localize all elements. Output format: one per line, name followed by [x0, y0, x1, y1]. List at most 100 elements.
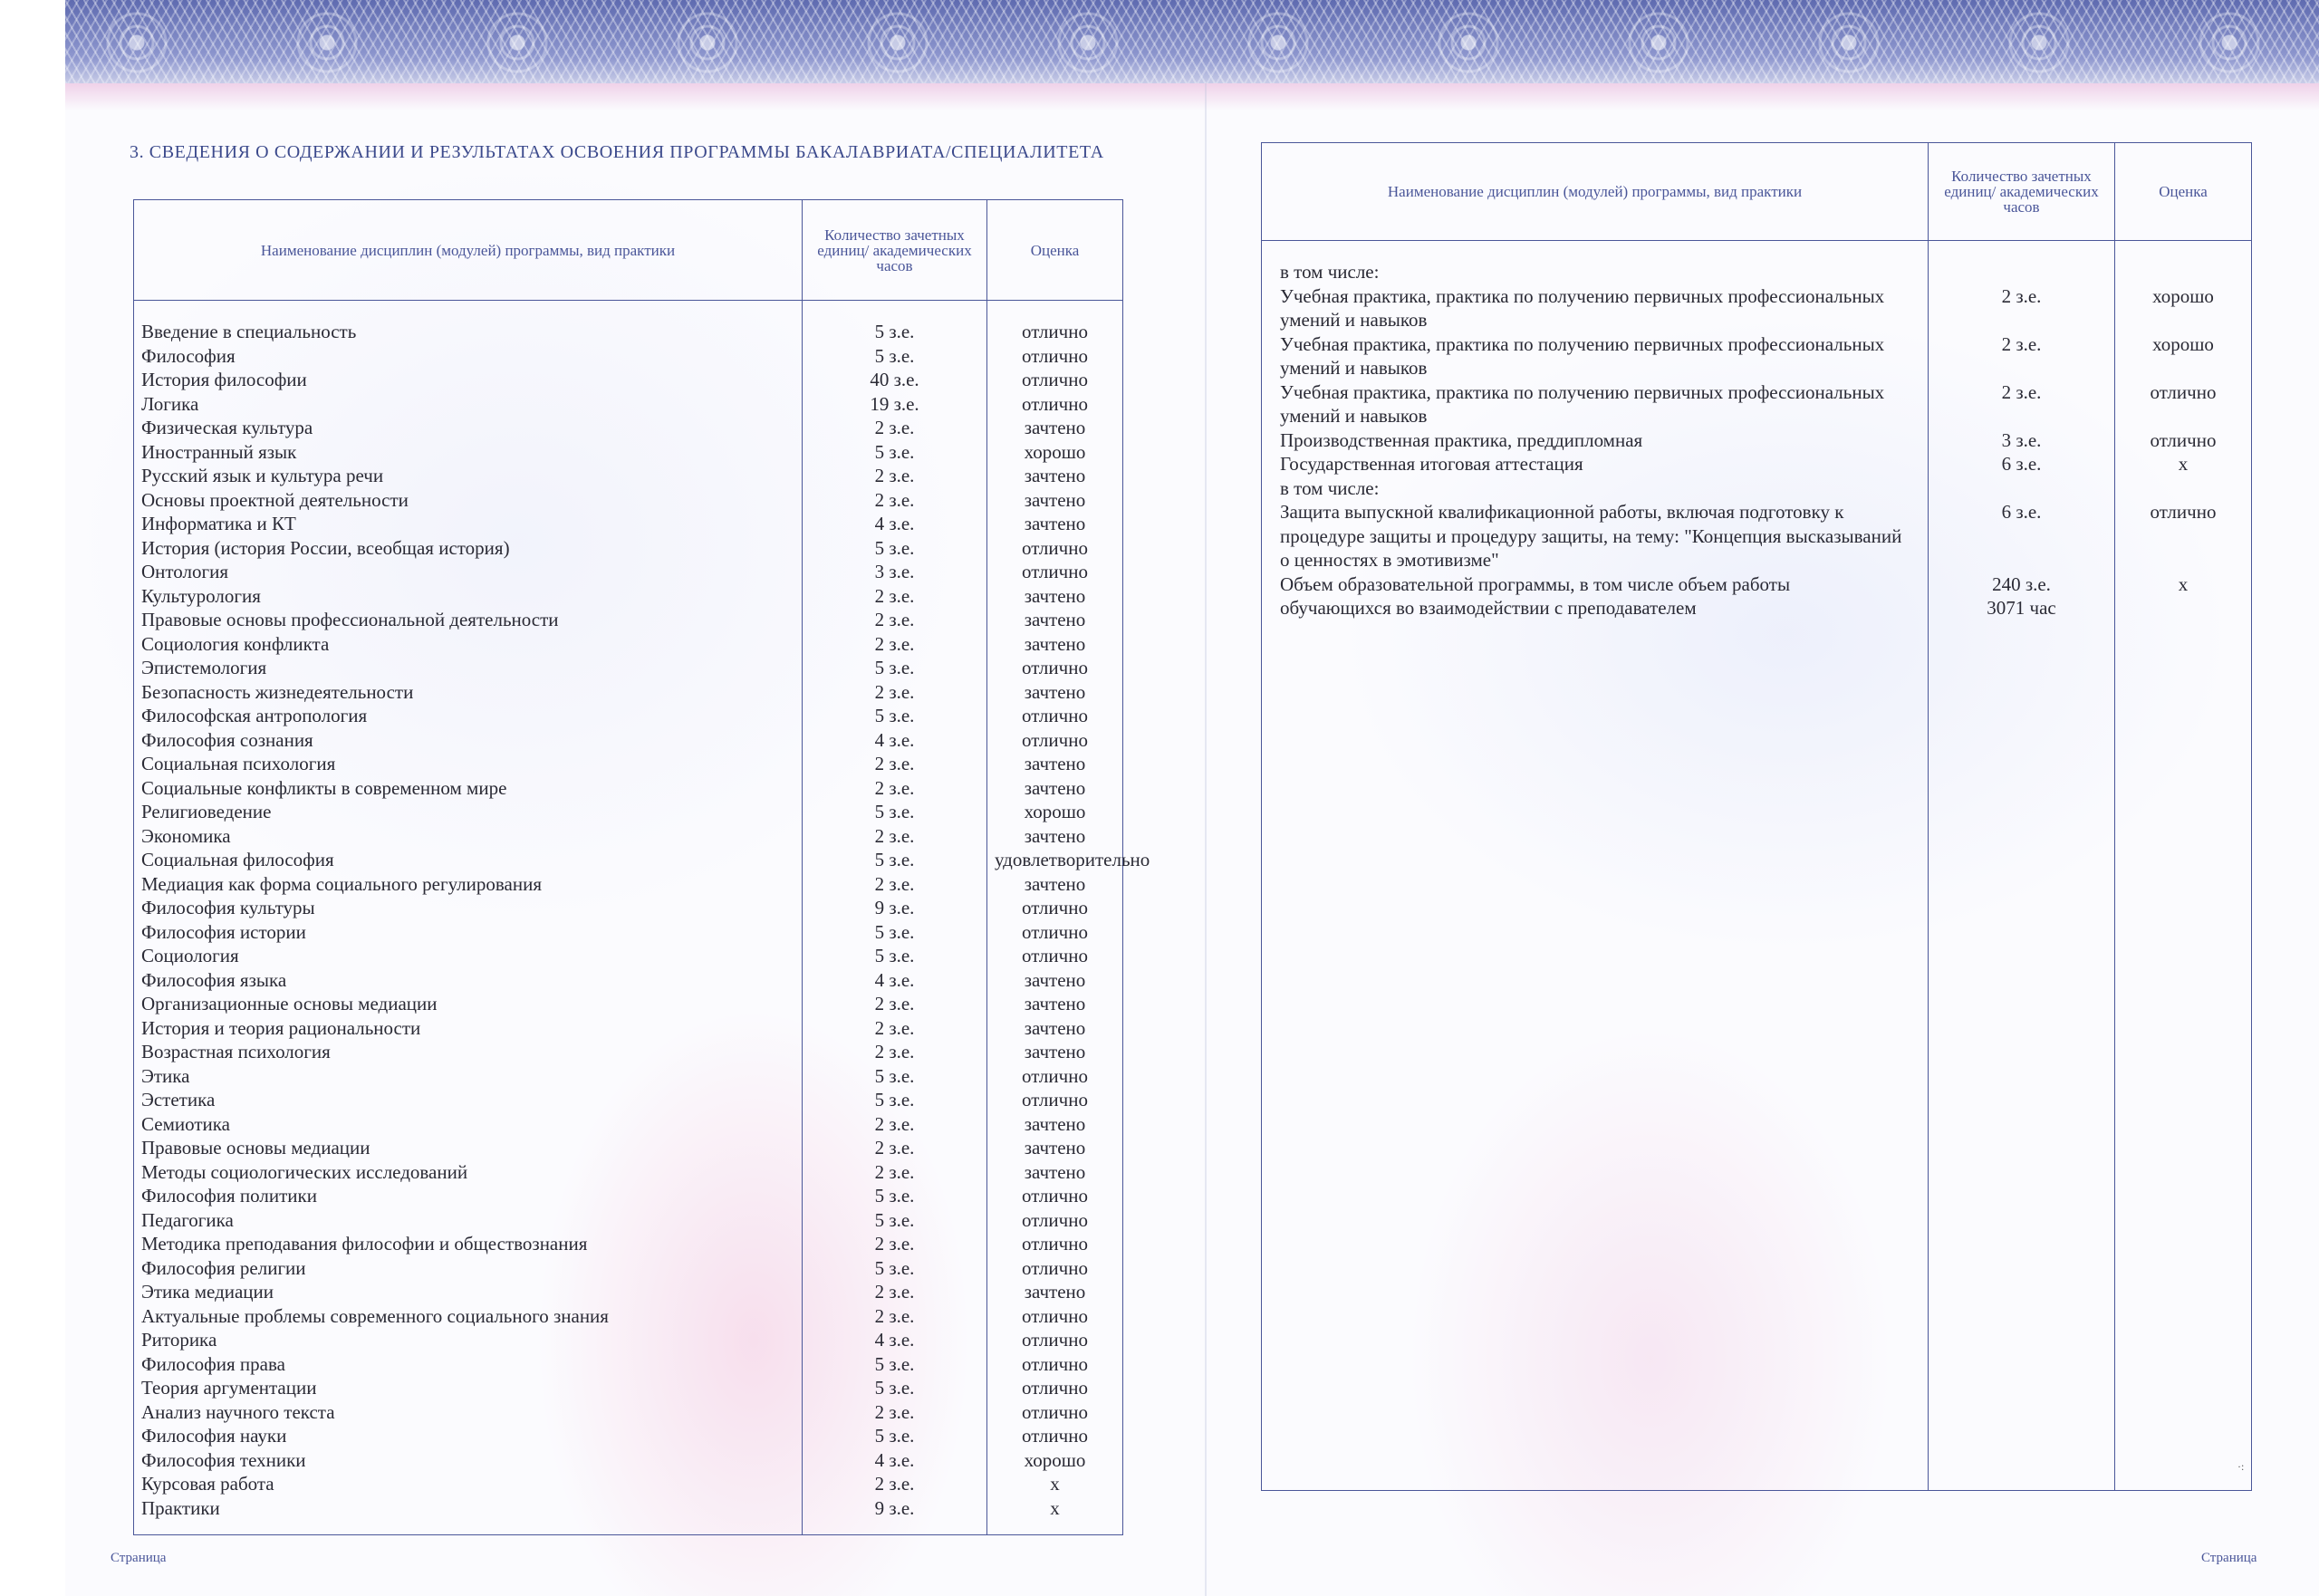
grade-value — [2114, 476, 2252, 500]
credit-units: 240 з.е. 3071 час — [1928, 572, 2115, 620]
discipline-name: Философия религии — [133, 1255, 803, 1280]
credit-units: 9 з.е. — [802, 896, 987, 920]
grade-value: зачтено — [986, 416, 1123, 440]
table-row: Правовые основы профессиональной деятель… — [133, 608, 1123, 632]
credit-units: 2 з.е. — [802, 1472, 987, 1496]
credit-units: 5 з.е. — [802, 1063, 987, 1088]
table-row: Практики 9 з.е. x — [133, 1495, 1123, 1520]
grade-value: x — [986, 1495, 1123, 1520]
table-row: Методика преподавания философии и общест… — [133, 1232, 1123, 1256]
credit-units: 5 з.е. — [802, 1424, 987, 1448]
rosette-ornament — [862, 7, 933, 78]
academic-hours-value: 3071 час — [1987, 597, 2056, 619]
table-row: Семиотика 2 з.е. зачтено — [133, 1111, 1123, 1136]
grade-value: зачтено — [986, 631, 1123, 656]
table-filler-row — [1261, 620, 2252, 1491]
discipline-name: Философия права — [133, 1351, 803, 1376]
grade-value: отлично — [986, 343, 1123, 368]
credit-units: 2 з.е. — [802, 1303, 987, 1328]
credit-units: 5 з.е. — [802, 535, 987, 560]
grade-value: зачтено — [986, 512, 1123, 536]
credit-units: 5 з.е. — [802, 1376, 987, 1400]
discipline-name: Основы проектной деятельности — [133, 487, 803, 512]
table-row: Производственная практика, преддипломная… — [1261, 428, 2252, 452]
grade-value: хорошо — [2114, 284, 2252, 332]
credit-units-value: 2 з.е. — [2001, 284, 2042, 307]
table-row: История (история России, всеобщая истори… — [133, 535, 1123, 560]
table-row: Философия политики 5 з.е. отлично — [133, 1184, 1123, 1208]
table-row: Философия 5 з.е. отлично — [133, 343, 1123, 368]
table-row: Культурология 2 з.е. зачтено — [133, 583, 1123, 608]
table-row: Социальные конфликты в современном мире 2… — [133, 775, 1123, 800]
discipline-name: Производственная практика, преддипломная — [1261, 428, 1929, 452]
discipline-name: Социология конфликта — [133, 631, 803, 656]
discipline-name: Объем образовательной программы, в том ч… — [1261, 572, 1929, 620]
table-row: в том числе: — [1261, 476, 2252, 500]
discipline-name: Философия сознания — [133, 727, 803, 752]
table-row: Основы проектной деятельности 2 з.е. зачте… — [133, 487, 1123, 512]
credit-units: 2 з.е. — [1928, 284, 2115, 332]
discipline-name: Социальная психология — [133, 752, 803, 776]
credit-units: 5 з.е. — [802, 704, 987, 728]
section-title: 3. СВЕДЕНИЯ О СОДЕРЖАНИИ И РЕЗУЛЬТАТАХ О… — [130, 142, 1104, 162]
credit-units — [1928, 476, 2115, 500]
header-units: Количество зачетных единиц/ академически… — [1928, 142, 2115, 241]
credit-units: 2 з.е. — [1928, 380, 2115, 428]
table-row: Философская антропология 5 з.е. отлично — [133, 704, 1123, 728]
grade-value: зачтено — [986, 583, 1123, 608]
table-row: Философия науки 5 з.е. отлично — [133, 1424, 1123, 1448]
rosette-ornament — [101, 7, 172, 78]
table-row: Информатика и КТ 4 з.е. зачтено — [133, 512, 1123, 536]
grade-value: отлично — [986, 1184, 1123, 1208]
credit-units: 5 з.е. — [802, 1184, 987, 1208]
grade-value: отлично — [986, 1328, 1123, 1352]
discipline-name: Философия языка — [133, 967, 803, 992]
rosette-ornament — [672, 7, 743, 78]
discipline-name: в том числе: — [1261, 240, 1929, 284]
table-row: Учебная практика, практика по получению … — [1261, 380, 2252, 428]
credit-units-value: 2 з.е. — [2001, 380, 2042, 403]
grade-value: отлично — [986, 1088, 1123, 1112]
corner-mark: ·: — [2237, 1460, 2245, 1473]
page-footer-right: Страница — [2201, 1551, 2257, 1565]
banner-fade — [65, 83, 2319, 111]
credit-units: 5 з.е. — [802, 439, 987, 464]
grade-value — [2114, 240, 2252, 284]
grade-value: зачтено — [986, 871, 1123, 896]
grade-value: зачтено — [986, 1111, 1123, 1136]
grade-value: зачтено — [986, 1159, 1123, 1184]
discipline-name: Русский язык и культура речи — [133, 464, 803, 488]
discipline-name: Физическая культура — [133, 416, 803, 440]
rosette-ornament — [482, 7, 553, 78]
table-row: Эпистемология 5 з.е. отлично — [133, 656, 1123, 680]
table-row: Иностранный язык 5 з.е. хорошо — [133, 439, 1123, 464]
grade-value: отлично — [986, 1351, 1123, 1376]
grade-value: зачтено — [986, 679, 1123, 704]
credit-units: 5 з.е. — [802, 1255, 987, 1280]
discipline-name: Государственная итоговая аттестация — [1261, 452, 1929, 476]
credit-units-value: 6 з.е. — [2001, 501, 2042, 523]
table-row: Религиоведение 5 з.е. хорошо — [133, 800, 1123, 824]
grade-value: отлично — [986, 944, 1123, 968]
discipline-name: Учебная практика, практика по получению … — [1261, 380, 1929, 428]
discipline-name: Учебная практика, практика по получению … — [1261, 284, 1929, 332]
credit-units: 2 з.е. — [802, 992, 987, 1016]
grade-value: x — [2114, 572, 2252, 620]
discipline-name: Философия — [133, 343, 803, 368]
grade-value: зачтено — [986, 775, 1123, 800]
credit-units: 5 з.е. — [802, 1088, 987, 1112]
credit-units: 2 з.е. — [802, 1040, 987, 1064]
discipline-name: История (история России, всеобщая истори… — [133, 535, 803, 560]
grade-value: зачтено — [986, 1280, 1123, 1304]
grade-value: удовлетворительно — [986, 848, 1150, 872]
discipline-name: в том числе: — [1261, 476, 1929, 500]
credit-units: 2 з.е. — [802, 752, 987, 776]
table-row: Философия культуры 9 з.е. отлично — [133, 896, 1123, 920]
grade-value: отлично — [986, 1424, 1123, 1448]
discipline-name: Правовые основы профессиональной деятель… — [133, 608, 803, 632]
discipline-name: Философия политики — [133, 1184, 803, 1208]
discipline-name: Этика — [133, 1063, 803, 1088]
discipline-name: Философия науки — [133, 1424, 803, 1448]
credit-units-value: 3 з.е. — [2001, 428, 2042, 451]
grade-value: отлично — [986, 535, 1123, 560]
